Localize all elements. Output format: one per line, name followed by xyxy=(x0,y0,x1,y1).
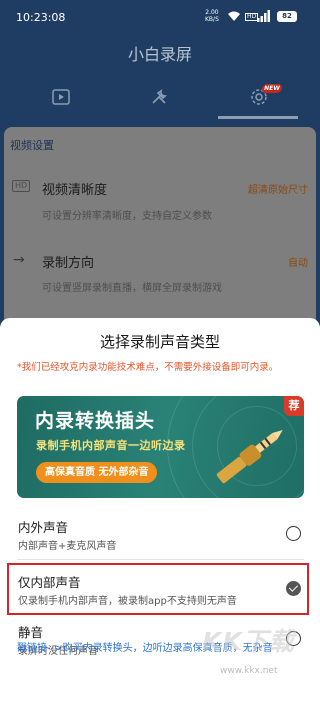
video-icon xyxy=(52,89,70,105)
network-speed-value: 2.00 xyxy=(205,9,219,16)
tab-indicator xyxy=(218,116,298,119)
banner-subline: 录制手机内部声音一边听边录 xyxy=(36,439,186,452)
orientation-label[interactable]: 录制方向 xyxy=(42,252,94,271)
network-speed-unit: KB/S xyxy=(205,16,219,23)
option-internal-external[interactable]: 内外声音 内部声音+麦克风声音 xyxy=(0,509,320,559)
option-desc: 内部声音+麦克风声音 xyxy=(18,541,117,552)
option-label: 内外声音 xyxy=(18,520,69,535)
battery-icon: 82 xyxy=(277,11,297,22)
tab-bar: NEW xyxy=(0,76,320,119)
selection-highlight-box xyxy=(7,563,309,615)
tab-tools[interactable] xyxy=(106,76,212,118)
promo-banner[interactable]: 内录转换插头 录制手机内部声音一边听边录 高保真音质 无外部杂音 荐 xyxy=(17,396,304,498)
wifi-icon xyxy=(228,11,240,21)
tab-settings[interactable] xyxy=(206,76,312,118)
tab-videos[interactable] xyxy=(8,76,114,118)
recommend-badge: 荐 xyxy=(284,396,304,416)
orientation-value[interactable]: 自动 xyxy=(288,254,308,269)
app-title: 小白录屏 xyxy=(127,45,192,64)
banner-headline: 内录转换插头 xyxy=(35,410,156,432)
tools-icon xyxy=(152,89,167,104)
radio-button[interactable] xyxy=(286,526,301,541)
hd-icon: HD xyxy=(12,180,31,192)
network-speed: 2.00 KB/S xyxy=(205,9,219,23)
status-time: 10:23:08 xyxy=(16,11,66,24)
cell-signal-icon xyxy=(257,10,270,22)
resolution-value[interactable]: 超清原始尺寸 xyxy=(248,181,308,196)
buy-adapter-link[interactable]: 戳链接-->购买内录转换头，边听边录高保真音质，无杂音 xyxy=(17,639,273,654)
audio-type-sheet: 选择录制声音类型 *我们已经攻克内录功能技术难点，不需要外接设备即可内录。 内录… xyxy=(0,318,320,704)
new-badge: NEW xyxy=(261,84,283,93)
radio-button[interactable] xyxy=(286,631,301,646)
resolution-desc: 可设置分辨率清晰度，支持自定义参数 xyxy=(42,211,212,222)
status-bar: 10:23:08 2.00 KB/S HD 82 xyxy=(0,0,320,34)
arrow-right-icon: → xyxy=(13,252,25,268)
tip-text: *我们已经攻克内录功能技术难点，不需要外接设备即可内录。 xyxy=(17,362,279,373)
settings-panel: 视频设置 HD 视频清晰度 超清原始尺寸 可设置分辨率清晰度，支持自定义参数 →… xyxy=(4,127,316,327)
banner-pill: 高保真音质 无外部杂音 xyxy=(36,462,158,483)
section-title: 视频设置 xyxy=(10,139,54,152)
divider xyxy=(17,559,304,560)
audio-plug-icon xyxy=(216,429,283,484)
sheet-title: 选择录制声音类型 xyxy=(99,333,220,351)
orientation-desc: 可设置竖屏录制直播，横屏全屏录制游戏 xyxy=(42,283,222,294)
resolution-label[interactable]: 视频清晰度 xyxy=(42,179,107,198)
